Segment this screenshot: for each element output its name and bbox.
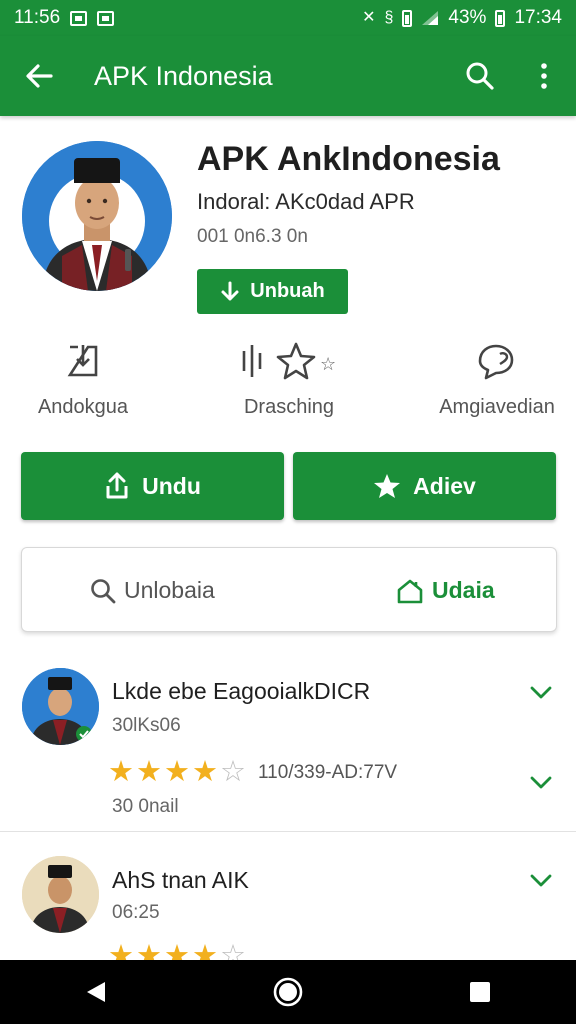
star-filled-icon: ★ — [164, 756, 190, 788]
battery-icon — [495, 9, 506, 27]
stats-row: Andokgua ☆ Drasching Amgiavedian — [0, 336, 576, 426]
app-icon-avatar — [22, 141, 172, 291]
review-date: 110/339-AD:77V — [258, 762, 398, 783]
app-bar: APK Indonesia — [0, 36, 576, 116]
app-developer[interactable]: Indoral: AKc0dad APR — [197, 189, 415, 215]
star-filled-icon: ★ — [192, 756, 218, 788]
install-button-label: Unbuah — [250, 280, 325, 302]
app-title: APK AnkIndonesia — [197, 140, 500, 178]
vibrate-icon: § — [384, 9, 394, 26]
nav-home-button[interactable] — [248, 960, 328, 1024]
review-button[interactable]: Adiev — [293, 452, 556, 520]
app-bar-title: APK Indonesia — [94, 60, 273, 91]
star-filled-icon: ★ — [192, 940, 218, 961]
reviewer-name: AhS tnan AIK — [112, 867, 249, 893]
reviewer-sub: 30lKs06 — [112, 715, 181, 736]
rating-icon: ☆ — [242, 342, 336, 380]
star-icon — [374, 474, 401, 498]
nav-back-button[interactable] — [56, 960, 136, 1024]
download-icon — [221, 281, 239, 300]
more-vert-icon — [541, 63, 547, 89]
download-doc-icon — [67, 345, 98, 377]
nav-recents-button[interactable] — [440, 960, 520, 1024]
star-filled-icon: ★ — [136, 756, 162, 788]
share-icon — [106, 472, 128, 499]
chevron-down-icon — [530, 776, 552, 789]
reviewer-name: Lkde ebe EagooialkDICR — [112, 678, 371, 704]
search-icon — [91, 578, 116, 603]
review-extra: 30 0nail — [112, 796, 179, 817]
battery-small-icon — [402, 9, 413, 27]
expand-chevron-button[interactable] — [526, 768, 556, 798]
back-button[interactable] — [0, 36, 78, 116]
image-notification-icon — [97, 10, 115, 26]
home-icon — [397, 579, 423, 603]
review-button-label: Adiev — [413, 472, 476, 499]
stat-comments-label: Amgiavedian — [439, 396, 555, 418]
stat-downloads-label: Andokgua — [37, 396, 129, 418]
stat-rating[interactable]: ☆ Drasching — [194, 336, 384, 419]
nav-home-icon — [273, 977, 303, 1007]
star-empty-icon: ☆ — [220, 756, 246, 788]
star-filled-icon: ★ — [108, 756, 134, 788]
nav-back-icon — [87, 982, 105, 1002]
reviewer-sub: 06:25 — [112, 902, 160, 923]
search-icon — [466, 62, 494, 90]
reviewer-avatar — [22, 668, 99, 745]
mute-icon: ✕ — [362, 9, 376, 26]
chat-icon — [478, 344, 514, 380]
install-button[interactable]: Unbuah — [197, 269, 348, 314]
star-filled-icon: ★ — [108, 940, 134, 961]
home-link-label: Udaia — [432, 577, 495, 603]
status-bar: 11:56 ✕ § 43% 17:34 — [0, 0, 576, 36]
review-item[interactable]: AhS tnan AIK 06:25 ★ ★ ★ ★ ☆ — [0, 856, 576, 960]
app-meta: 001 0n6.3 0n — [197, 226, 308, 247]
nav-recents-icon — [470, 982, 490, 1002]
search-card: Unlobaia Udaia — [21, 547, 557, 632]
battery-percent: 43% — [448, 7, 487, 28]
stat-comments[interactable]: Amgiavedian — [402, 336, 576, 419]
review-stars: ★ ★ ★ ★ ☆ — [108, 940, 246, 961]
chevron-down-icon — [530, 874, 552, 887]
divider — [0, 831, 576, 832]
star-empty-icon: ☆ — [220, 940, 246, 961]
star-filled-icon: ★ — [164, 940, 190, 961]
svg-text:☆: ☆ — [320, 354, 336, 375]
notification-icon — [70, 10, 88, 26]
review-item[interactable]: Lkde ebe EagooialkDICR 30lKs06 ★ ★ ★ ★ ☆… — [0, 668, 576, 833]
more-options-button[interactable] — [512, 36, 576, 116]
search-link[interactable]: Unlobaia — [90, 548, 215, 633]
share-download-button[interactable]: Undu — [21, 452, 284, 520]
expand-chevron-button[interactable] — [526, 866, 556, 896]
stat-downloads[interactable]: Andokgua — [0, 336, 178, 419]
home-link[interactable]: Udaia — [396, 548, 495, 633]
search-button[interactable] — [448, 36, 512, 116]
star-filled-icon: ★ — [136, 940, 162, 961]
share-download-label: Undu — [142, 472, 201, 499]
status-left-text: 11:56 — [14, 7, 61, 28]
chevron-down-icon — [530, 686, 552, 699]
system-nav-bar — [0, 960, 576, 1024]
back-arrow-icon — [26, 64, 53, 88]
reviewer-avatar — [22, 856, 99, 933]
search-link-label: Unlobaia — [124, 577, 215, 603]
signal-icon — [421, 10, 439, 26]
stat-rating-label: Drasching — [243, 396, 335, 418]
clock: 17:34 — [514, 7, 562, 28]
review-stars: ★ ★ ★ ★ ☆ 110/339-AD:77V — [108, 758, 397, 787]
expand-chevron-button[interactable] — [526, 678, 556, 708]
